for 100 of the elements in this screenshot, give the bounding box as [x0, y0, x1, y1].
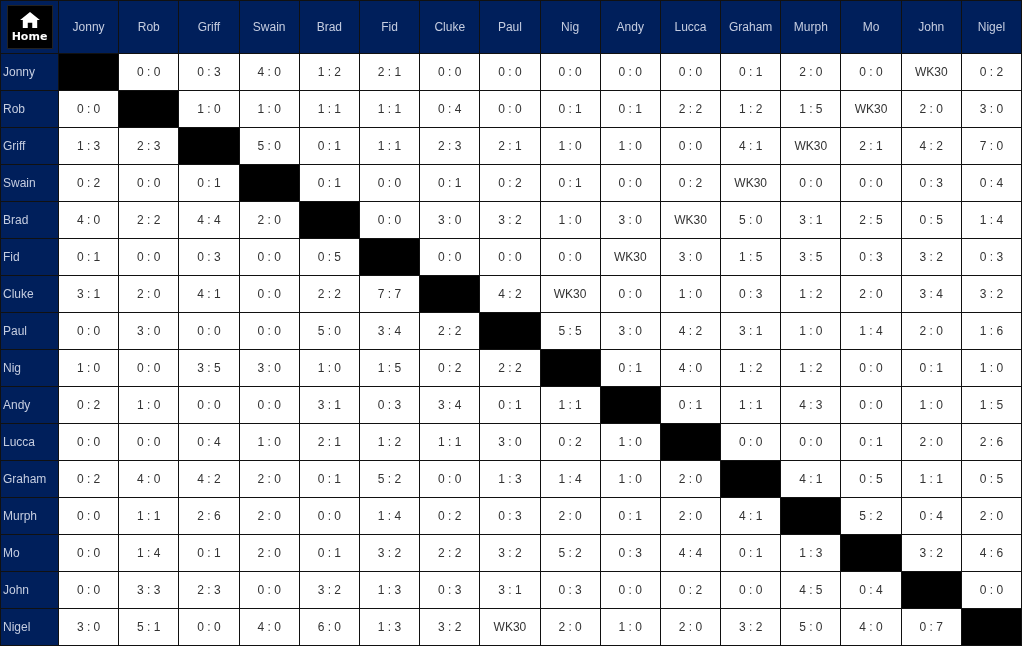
score-cell: 0 : 0: [58, 534, 119, 572]
score-cell: 0 : 0: [600, 53, 661, 91]
score-cell: 1 : 1: [419, 423, 480, 461]
score-cell: 4 : 6: [961, 534, 1022, 572]
row-header: Jonny: [0, 53, 59, 91]
score-cell: 0 : 0: [479, 90, 540, 128]
score-cell: 0 : 0: [239, 386, 300, 424]
score-cell: 0 : 0: [961, 571, 1022, 609]
score-cell: 1 : 0: [58, 349, 119, 387]
score-cell: 0 : 0: [660, 53, 721, 91]
column-header: Griff: [178, 0, 240, 54]
score-cell: 0 : 3: [540, 571, 601, 609]
score-cell: 0 : 4: [961, 164, 1022, 202]
score-cell: 0 : 0: [58, 312, 119, 350]
score-cell: 3 : 2: [419, 608, 480, 646]
score-cell: 0 : 1: [720, 534, 781, 572]
score-cell: 3 : 0: [660, 238, 721, 276]
score-cell: 0 : 0: [359, 164, 420, 202]
score-cell: 1 : 3: [359, 608, 420, 646]
score-cell: 3 : 0: [419, 201, 480, 239]
score-cell: 0 : 2: [961, 53, 1022, 91]
score-cell: 0 : 0: [600, 571, 661, 609]
score-cell: 0 : 2: [58, 460, 119, 498]
score-cell: WK30: [840, 90, 902, 128]
score-cell: 0 : 1: [600, 90, 661, 128]
score-cell: 3 : 2: [359, 534, 420, 572]
column-header: John: [901, 0, 962, 54]
score-cell: 4 : 2: [479, 275, 540, 313]
score-cell: 1 : 3: [58, 127, 119, 165]
score-cell: 5 : 5: [540, 312, 601, 350]
score-cell: 0 : 0: [419, 53, 480, 91]
score-cell: 3 : 2: [720, 608, 781, 646]
score-cell: 0 : 0: [840, 349, 902, 387]
score-cell: 0 : 3: [178, 238, 240, 276]
score-cell: 0 : 1: [540, 164, 601, 202]
score-cell: 0 : 0: [299, 497, 360, 535]
score-cell: 0 : 0: [720, 571, 781, 609]
score-cell: 0 : 4: [840, 571, 902, 609]
blocked-cell: [720, 460, 781, 498]
score-cell: 1 : 1: [299, 90, 360, 128]
score-cell: 0 : 2: [660, 571, 721, 609]
score-cell: 0 : 0: [419, 460, 480, 498]
score-cell: WK30: [479, 608, 540, 646]
score-cell: 0 : 2: [540, 423, 601, 461]
score-cell: 5 : 2: [359, 460, 420, 498]
score-cell: 1 : 1: [118, 497, 179, 535]
score-cell: 1 : 2: [359, 423, 420, 461]
score-cell: 1 : 0: [239, 423, 300, 461]
home-button[interactable]: Home: [6, 5, 53, 49]
score-cell: 1 : 5: [359, 349, 420, 387]
score-cell: 5 : 2: [540, 534, 601, 572]
score-cell: 0 : 0: [840, 386, 902, 424]
score-cell: 0 : 0: [479, 238, 540, 276]
score-cell: 0 : 3: [178, 53, 240, 91]
score-cell: 1 : 0: [600, 460, 661, 498]
score-cell: 2 : 0: [660, 608, 721, 646]
score-cell: 3 : 4: [901, 275, 962, 313]
row-header: Paul: [0, 312, 59, 350]
score-cell: 0 : 1: [178, 164, 240, 202]
score-cell: 4 : 1: [780, 460, 841, 498]
score-cell: 3 : 4: [359, 312, 420, 350]
row-header: Cluke: [0, 275, 59, 313]
column-header: Nig: [540, 0, 601, 54]
score-cell: 0 : 3: [600, 534, 661, 572]
score-cell: 5 : 0: [239, 127, 300, 165]
score-cell: 0 : 0: [58, 423, 119, 461]
score-cell: 0 : 0: [540, 53, 601, 91]
score-cell: 1 : 4: [540, 460, 601, 498]
blocked-cell: [118, 90, 179, 128]
score-cell: 0 : 0: [479, 53, 540, 91]
score-cell: 4 : 0: [239, 53, 300, 91]
score-cell: 4 : 1: [720, 497, 781, 535]
score-cell: 3 : 2: [299, 571, 360, 609]
score-cell: 3 : 0: [961, 90, 1022, 128]
row-header: Brad: [0, 201, 59, 239]
blocked-cell: [600, 386, 661, 424]
score-cell: 1 : 5: [780, 90, 841, 128]
score-cell: 1 : 3: [479, 460, 540, 498]
score-cell: WK30: [540, 275, 601, 313]
score-cell: 0 : 1: [840, 423, 902, 461]
score-cell: 1 : 0: [540, 201, 601, 239]
blocked-cell: [840, 534, 902, 572]
score-cell: 1 : 5: [720, 238, 781, 276]
score-cell: 1 : 0: [299, 349, 360, 387]
score-cell: 0 : 1: [660, 386, 721, 424]
score-cell: 0 : 2: [419, 497, 480, 535]
score-cell: 3 : 0: [479, 423, 540, 461]
score-cell: 4 : 4: [660, 534, 721, 572]
score-cell: 7 : 0: [961, 127, 1022, 165]
score-cell: 3 : 1: [780, 201, 841, 239]
row-header: Andy: [0, 386, 59, 424]
score-cell: 0 : 0: [840, 53, 902, 91]
score-cell: 2 : 0: [540, 608, 601, 646]
score-cell: 1 : 3: [359, 571, 420, 609]
score-cell: 0 : 0: [359, 201, 420, 239]
score-cell: 1 : 6: [961, 312, 1022, 350]
score-cell: 1 : 1: [359, 127, 420, 165]
score-cell: 0 : 0: [178, 608, 240, 646]
score-cell: 0 : 4: [178, 423, 240, 461]
score-cell: 0 : 0: [660, 127, 721, 165]
